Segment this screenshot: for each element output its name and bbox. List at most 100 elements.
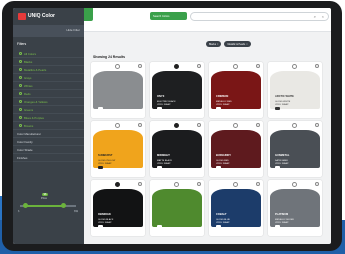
brand[interactable]: UNIQ Color <box>18 11 55 21</box>
color-card[interactable]: GUNMETAL SATIN GRAY VINYL WRAP <box>268 121 322 177</box>
finish-icon <box>216 225 221 228</box>
color-card[interactable]: MIDNIGHT MATTE BLACK VINYL WRAP <box>150 121 204 177</box>
filter-chip[interactable]: Metallic & Pearls × <box>224 41 251 47</box>
sidebar-item[interactable]: Whites <box>13 82 84 90</box>
color-card[interactable] <box>91 62 145 118</box>
checkbox-icon[interactable] <box>19 92 22 95</box>
color-card[interactable]: CRIMSON METALLIC RED VINYL WRAP <box>209 62 263 118</box>
favorite-icon[interactable] <box>233 182 238 187</box>
color-name: MIDNIGHT <box>157 154 170 157</box>
checkbox-icon[interactable] <box>19 116 22 119</box>
color-swatch[interactable]: COBALT GLOSS BLUE VINYL WRAP <box>211 189 261 228</box>
price-slider[interactable]: Price $$ $ $$$ <box>16 193 80 227</box>
color-swatch[interactable]: PLATINUM METALLIC SILVER VINYL WRAP <box>270 189 320 228</box>
color-card[interactable]: BURGUNDY GLOSS RED VINYL WRAP <box>209 121 263 177</box>
sidebar-item[interactable]: Blues & Purples <box>13 114 84 122</box>
color-description: ELECTRIC BLACK VINYL WRAP <box>157 101 176 106</box>
info-icon[interactable] <box>197 182 201 186</box>
favorite-icon[interactable] <box>292 123 297 128</box>
checkbox-icon[interactable] <box>19 100 22 103</box>
color-swatch[interactable]: BURGUNDY GLOSS RED VINYL WRAP <box>211 130 261 169</box>
color-swatch[interactable]: SUNBURST GLOSS YELLOW VINYL WRAP <box>93 130 143 169</box>
favorite-icon[interactable] <box>174 123 179 128</box>
sidebar-item[interactable]: Grays <box>13 74 84 82</box>
color-swatch[interactable] <box>93 71 143 110</box>
info-icon[interactable] <box>256 64 260 68</box>
favorite-icon[interactable] <box>233 64 238 69</box>
favorite-icon[interactable] <box>174 182 179 187</box>
color-card[interactable]: PLATINUM METALLIC SILVER VINYL WRAP <box>268 180 322 236</box>
info-icon[interactable] <box>315 123 319 127</box>
checkbox-icon[interactable] <box>19 84 22 87</box>
color-name: ONYX <box>157 95 165 98</box>
color-description: GLOSS WHITE VINYL WRAP <box>275 101 291 106</box>
color-swatch[interactable]: CRIMSON METALLIC RED VINYL WRAP <box>211 71 261 110</box>
color-card[interactable]: OBSIDIAN GLOSS BLACK VINYL WRAP <box>91 180 145 236</box>
color-swatch[interactable]: ARCTIC WHITE GLOSS WHITE VINYL WRAP <box>270 71 320 110</box>
color-card[interactable]: ONYX ELECTRIC BLACK VINYL WRAP <box>150 62 204 118</box>
color-swatch[interactable]: MIDNIGHT MATTE BLACK VINYL WRAP <box>152 130 202 169</box>
checkbox-icon[interactable] <box>19 52 22 55</box>
favorite-icon[interactable] <box>233 123 238 128</box>
remove-filter-icon[interactable]: × <box>217 43 218 46</box>
info-icon[interactable] <box>138 123 142 127</box>
info-icon[interactable] <box>197 64 201 68</box>
info-icon[interactable] <box>138 182 142 186</box>
sidebar-section[interactable]: Color Family <box>13 138 84 146</box>
info-icon[interactable] <box>315 182 319 186</box>
hide-filter-button[interactable]: Hide Filter <box>66 28 80 32</box>
search-colors-button[interactable]: Search Colors <box>150 12 187 20</box>
sidebar-item[interactable]: Reds <box>13 90 84 98</box>
sidebar-item-label: All Colors <box>24 51 36 56</box>
favorite-icon[interactable] <box>115 64 120 69</box>
favorite-icon[interactable] <box>174 64 179 69</box>
info-icon[interactable] <box>197 123 201 127</box>
sidebar-section[interactable]: Color Shade <box>13 146 84 154</box>
favorite-icon[interactable] <box>115 182 120 187</box>
sidebar-section[interactable]: Finishes <box>13 154 84 162</box>
color-card[interactable]: ARCTIC WHITE GLOSS WHITE VINYL WRAP <box>268 62 322 118</box>
color-swatch[interactable]: OBSIDIAN GLOSS BLACK VINYL WRAP <box>93 189 143 228</box>
filter-list: All Colors Blacks Metallics & Pearls Grays W… <box>13 50 84 162</box>
favorite-icon[interactable] <box>292 182 297 187</box>
color-swatch[interactable]: ONYX ELECTRIC BLACK VINYL WRAP <box>152 71 202 110</box>
filter-chip[interactable]: Blacks × <box>206 41 222 47</box>
back-button[interactable] <box>84 8 93 21</box>
search-input[interactable]: ⌕ × <box>190 12 329 21</box>
checkbox-icon[interactable] <box>19 124 22 127</box>
sidebar-item[interactable]: All Colors <box>13 50 84 58</box>
sidebar-item[interactable]: Metallics & Pearls <box>13 66 84 74</box>
sidebar-item[interactable]: Browns <box>13 122 84 130</box>
finish-icon <box>98 225 103 228</box>
sidebar-item[interactable]: Oranges & Yellows <box>13 98 84 106</box>
color-swatch[interactable]: GUNMETAL SATIN GRAY VINYL WRAP <box>270 130 320 169</box>
info-icon[interactable] <box>138 64 142 68</box>
slider-handle-min[interactable] <box>23 203 29 208</box>
checkbox-icon[interactable] <box>19 76 22 79</box>
checkbox-icon[interactable] <box>19 68 22 71</box>
finish-icon <box>157 166 162 169</box>
finish-icon <box>275 107 280 110</box>
sidebar-item[interactable]: Blacks <box>13 58 84 66</box>
close-icon[interactable]: × <box>322 14 324 19</box>
color-card[interactable] <box>150 180 204 236</box>
color-card[interactable]: COBALT GLOSS BLUE VINYL WRAP <box>209 180 263 236</box>
brand-logo-icon <box>18 12 26 20</box>
sidebar-item[interactable]: Greens <box>13 106 84 114</box>
favorite-icon[interactable] <box>115 123 120 128</box>
color-description: GLOSS RED VINYL WRAP <box>216 160 230 165</box>
checkbox-icon[interactable] <box>19 108 22 111</box>
sidebar-section[interactable]: Color Manufacturer <box>13 130 84 138</box>
search-icon[interactable]: ⌕ <box>314 14 316 19</box>
finish-icon <box>216 166 221 169</box>
color-swatch[interactable] <box>152 189 202 228</box>
info-icon[interactable] <box>256 123 260 127</box>
favorite-icon[interactable] <box>292 64 297 69</box>
checkbox-icon[interactable] <box>19 60 22 63</box>
remove-filter-icon[interactable]: × <box>246 43 247 46</box>
slider-handle-max[interactable] <box>61 203 67 208</box>
info-icon[interactable] <box>315 64 319 68</box>
color-card[interactable]: SUNBURST GLOSS YELLOW VINYL WRAP <box>91 121 145 177</box>
color-name: CRIMSON <box>216 95 229 98</box>
info-icon[interactable] <box>256 182 260 186</box>
